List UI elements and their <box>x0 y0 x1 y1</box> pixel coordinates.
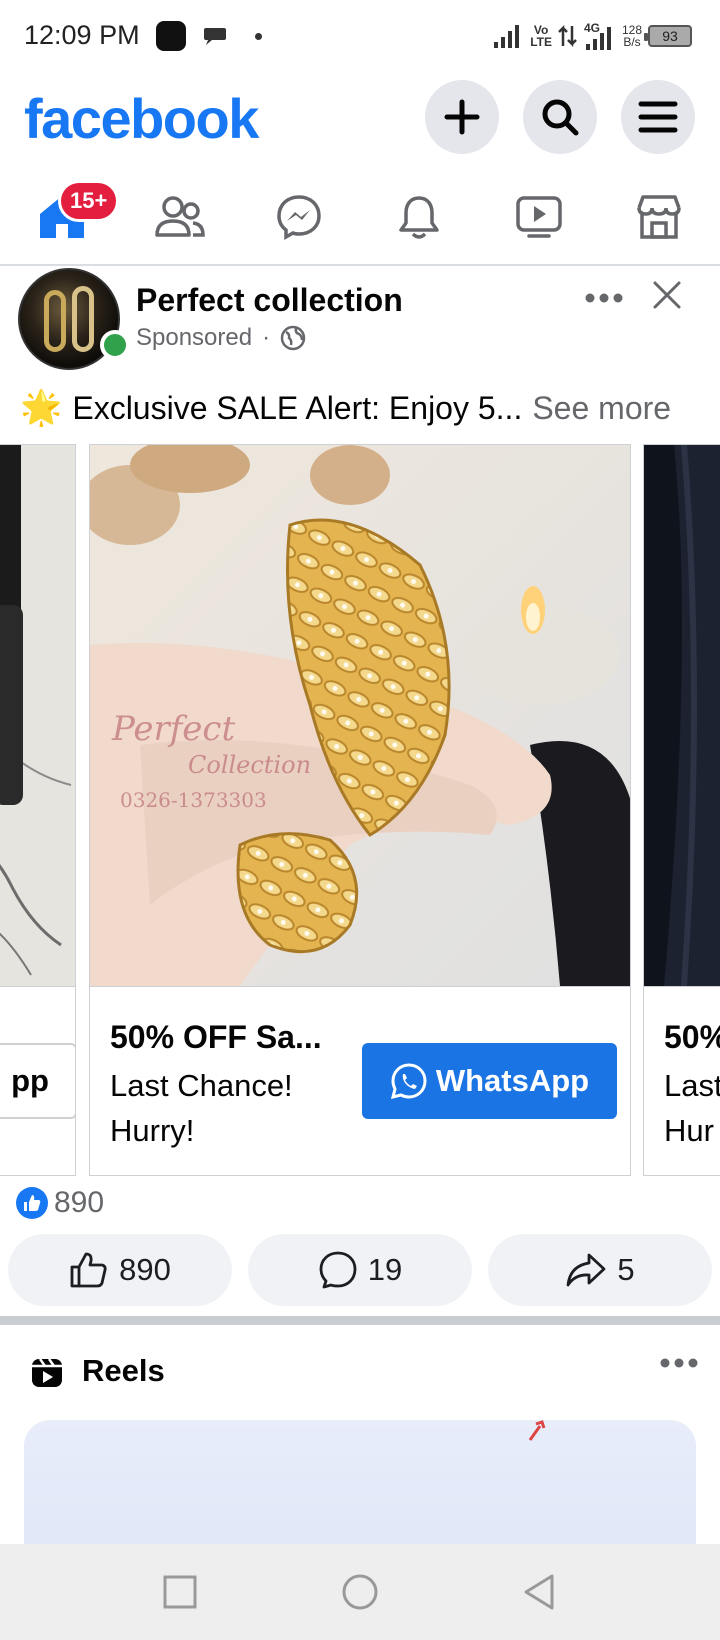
page-name[interactable]: Perfect collection <box>136 282 403 319</box>
reels-header: Reels <box>0 1325 720 1420</box>
online-status-dot <box>100 330 130 360</box>
card-subtitle-next-line1: Last <box>664 1068 720 1103</box>
status-bar: 12:09 PM Vo LTE 4G 128 B/s 93 <box>0 0 720 72</box>
tab-marketplace[interactable] <box>619 182 699 252</box>
home-nav-icon[interactable] <box>338 1570 382 1614</box>
card-bottom-main: 50% OFF Sa... Last Chance! Hurry! WhatsA… <box>90 986 630 1175</box>
marketplace-icon <box>637 195 681 239</box>
whatsapp-icon <box>390 1063 427 1100</box>
app-header: facebook <box>0 72 720 164</box>
net-speed-unit: B/s <box>623 35 641 49</box>
reels-title: Reels <box>82 1353 165 1388</box>
tab-friends[interactable] <box>140 182 220 252</box>
carousel-card-main[interactable]: Perfect Collection 0326-1373303 50% OFF … <box>89 444 631 1176</box>
reels-icon <box>32 1358 62 1387</box>
notification-app-icon <box>156 21 186 51</box>
whatsapp-label: WhatsApp <box>435 1063 590 1098</box>
avatar-bangle-right <box>72 286 94 352</box>
system-nav-bar <box>0 1544 720 1640</box>
data-arrows-icon <box>558 24 577 48</box>
comment-icon <box>319 1251 357 1289</box>
thumbs-up-icon <box>70 1252 107 1288</box>
separator-dot: · <box>262 324 271 351</box>
marble-product-image <box>0 445 75 986</box>
card-subtitle: Last Chance! Hurry! <box>110 1068 293 1148</box>
card-title-next: 50% <box>664 1019 720 1055</box>
card-image-main[interactable]: Perfect Collection 0326-1373303 <box>90 445 630 986</box>
star-emoji: 🌟 <box>20 389 63 427</box>
tab-notifications[interactable] <box>379 182 459 252</box>
tab-video[interactable] <box>499 182 579 252</box>
video-icon <box>516 196 562 238</box>
share-count: 5 <box>617 1252 635 1287</box>
more-notifications-dot <box>255 33 262 40</box>
reaction-count: 890 <box>54 1186 105 1219</box>
more-options-icon[interactable] <box>584 292 624 304</box>
search-button[interactable] <box>523 80 597 154</box>
card-subtitle-next-line2: Hur <box>664 1113 714 1148</box>
see-more-link[interactable]: See more <box>532 390 671 427</box>
sponsored-text: Sponsored <box>136 324 253 351</box>
card-subtitle-next: Last Hur <box>664 1063 720 1153</box>
status-icons: Vo LTE 4G 128 B/s 93 <box>494 20 692 52</box>
search-icon <box>542 99 579 136</box>
share-icon <box>566 1253 606 1287</box>
close-icon[interactable] <box>650 278 684 312</box>
card-image-previous <box>0 445 75 986</box>
like-count: 890 <box>119 1252 171 1287</box>
reaction-summary[interactable]: 890 <box>16 1186 104 1220</box>
card-cta-previous[interactable]: pp <box>0 1043 75 1119</box>
post-header: Perfect collection Sponsored · <box>0 268 720 378</box>
like-button[interactable]: 890 <box>8 1234 232 1306</box>
thumbs-up-small-icon <box>24 1195 41 1211</box>
battery-icon: 93 <box>644 25 692 47</box>
watermark-text-1: Perfect <box>111 709 235 749</box>
chat-notification-icon <box>204 28 226 45</box>
facebook-logo[interactable]: facebook <box>24 86 259 151</box>
signal-icon <box>494 25 520 48</box>
menu-button[interactable] <box>621 80 695 154</box>
bangle-product-image: Perfect Collection 0326-1373303 <box>90 445 630 986</box>
net-speed: 128 B/s <box>622 24 642 48</box>
messenger-icon <box>277 195 321 240</box>
plus-icon <box>444 99 480 135</box>
signal2-icon <box>585 27 611 50</box>
comment-count: 19 <box>367 1252 403 1287</box>
menu-icon <box>638 101 678 133</box>
card-image-next <box>644 445 720 986</box>
status-time: 12:09 PM <box>24 20 140 50</box>
reels-more-icon[interactable] <box>660 1357 698 1369</box>
volte-indicator: Vo LTE <box>530 24 552 48</box>
card-bottom-next: 50% Last Hur <box>644 986 720 1175</box>
dark-product-image <box>644 445 720 986</box>
feed-separator <box>0 1316 720 1325</box>
carousel-card-previous[interactable]: pp <box>0 444 76 1176</box>
create-button[interactable] <box>425 80 499 154</box>
watermark-text-2: Collection <box>188 751 311 779</box>
carousel-card-next[interactable]: 50% Last Hur <box>643 444 720 1176</box>
comment-button[interactable]: 19 <box>248 1234 472 1306</box>
volte-bottom: LTE <box>530 35 552 49</box>
card-bottom-previous: pp <box>0 986 75 1175</box>
4g-signal: 4G <box>584 22 616 50</box>
post-caption: 🌟 Exclusive SALE Alert: Enjoy 5... See m… <box>20 388 671 428</box>
home-notification-badge: 15+ <box>58 180 120 222</box>
friends-icon <box>155 196 205 237</box>
whatsapp-button[interactable]: WhatsApp <box>362 1043 617 1119</box>
recent-apps-icon[interactable] <box>158 1570 202 1614</box>
card-title: 50% OFF Sa... <box>110 1019 322 1055</box>
share-button[interactable]: 5 <box>488 1234 712 1306</box>
ad-carousel[interactable]: pp Perfect Collection 0326-1373303 50% O… <box>0 444 720 1176</box>
like-reaction-icon <box>16 1187 48 1219</box>
caption-text: Exclusive SALE Alert: Enjoy 5... <box>72 389 523 426</box>
back-nav-icon[interactable] <box>518 1570 562 1614</box>
tab-messenger[interactable] <box>259 182 339 252</box>
watermark-phone: 0326-1373303 <box>120 788 267 812</box>
bell-icon <box>399 196 439 239</box>
sponsored-label[interactable]: Sponsored · <box>136 324 306 352</box>
globe-icon <box>280 325 306 351</box>
avatar-bangle-left <box>44 290 66 352</box>
